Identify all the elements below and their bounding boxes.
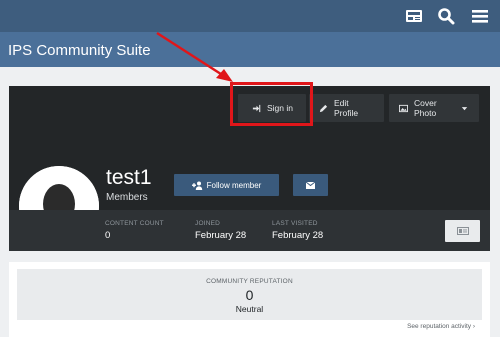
reputation-value: 0	[245, 287, 254, 303]
reputation-panel: COMMUNITY REPUTATION 0 Neutral See reput…	[9, 262, 490, 337]
reputation-box: COMMUNITY REPUTATION 0 Neutral	[17, 269, 482, 320]
reputation-activity-link[interactable]: See reputation activity ›	[407, 323, 475, 330]
reputation-title: COMMUNITY REPUTATION	[206, 278, 293, 285]
reputation-status: Neutral	[235, 304, 264, 314]
chevron-right-icon: ›	[472, 323, 475, 330]
reputation-activity-label: See reputation activity	[407, 323, 472, 330]
